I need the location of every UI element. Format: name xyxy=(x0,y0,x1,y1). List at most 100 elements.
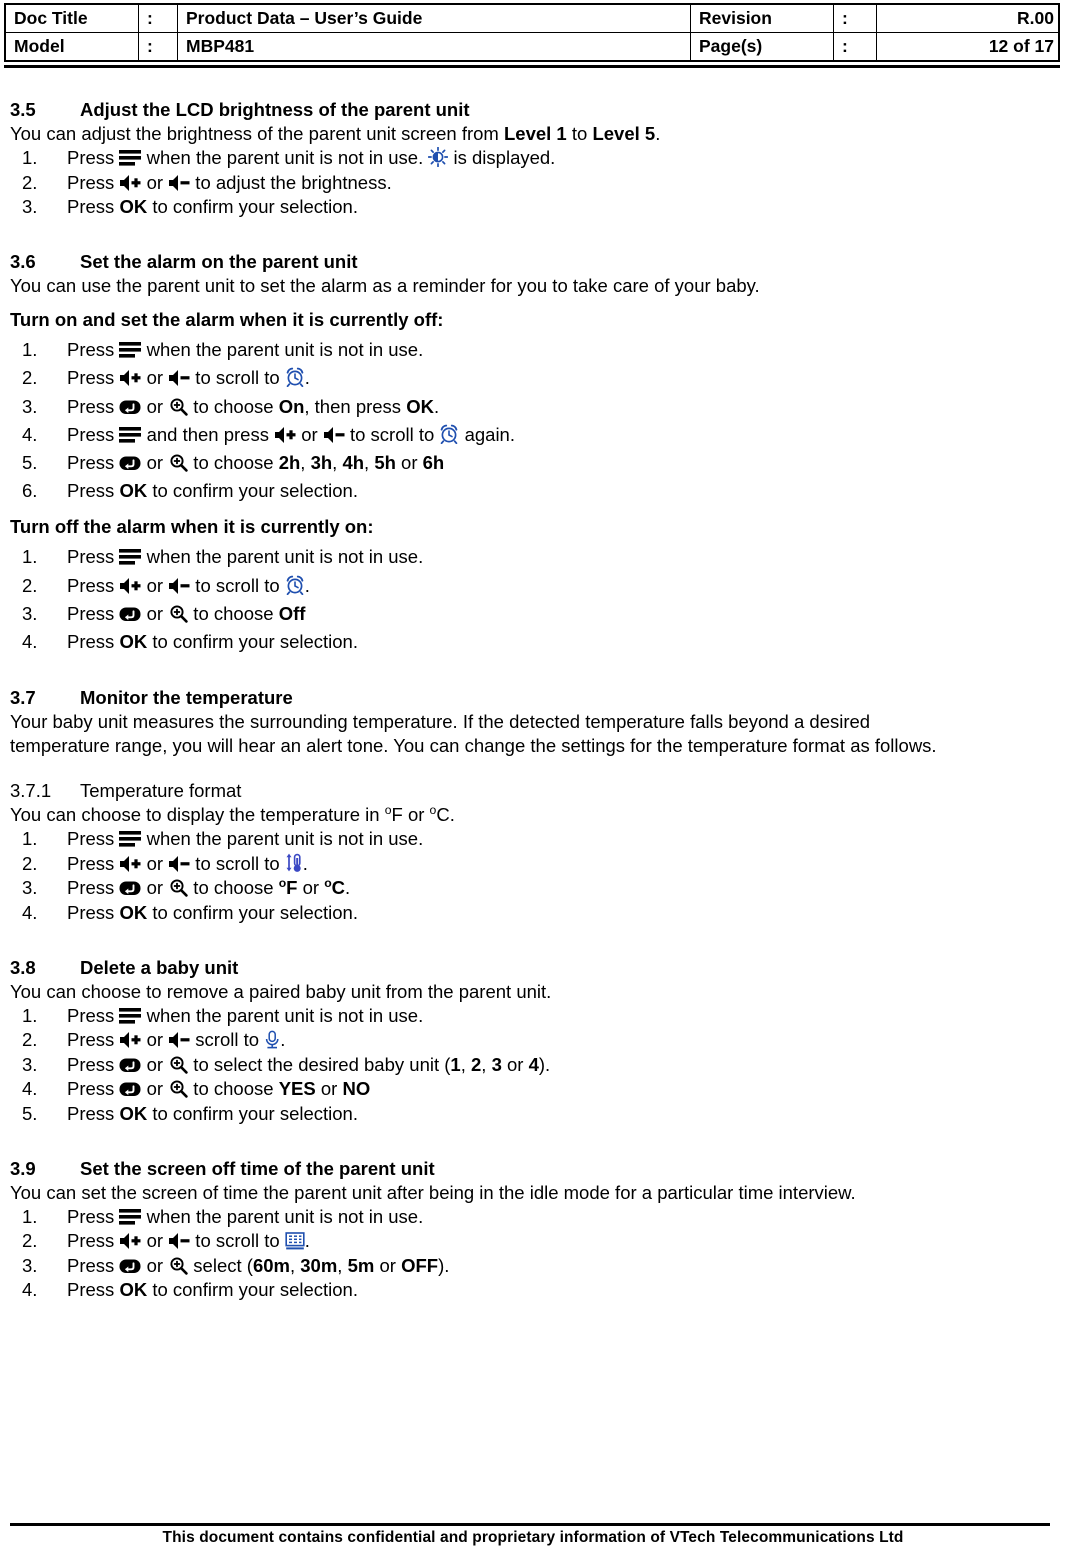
step-text: Press xyxy=(67,1254,120,1276)
step-text: to confirm your selection. xyxy=(147,1279,358,1301)
step-text: or xyxy=(141,395,169,417)
zoom-in-icon xyxy=(168,1079,188,1099)
step-text: to choose xyxy=(188,1078,279,1100)
option-unit-3: 3 xyxy=(491,1053,502,1075)
step-text: Press xyxy=(67,171,120,193)
header-model-label: Model xyxy=(4,32,139,62)
volume-down-icon xyxy=(168,1232,190,1250)
alarm-clock-icon xyxy=(439,424,459,444)
step-item: Press when the parent unit is not in use… xyxy=(10,827,1050,852)
step-text: is displayed. xyxy=(448,147,556,169)
step-text: or xyxy=(501,1053,529,1075)
step-item: Press or to choose oF or oC. xyxy=(10,876,1050,901)
step-text: Press xyxy=(67,852,120,874)
step-text: or xyxy=(141,852,169,874)
step-item: Press OK to confirm your selection. xyxy=(10,477,1050,505)
step-text: Press xyxy=(67,479,120,501)
step-text: Press xyxy=(67,630,120,652)
steps-list-3-7-1: Press when the parent unit is not in use… xyxy=(10,827,1050,925)
section-heading-3-5: 3.5 Adjust the LCD brightness of the pare… xyxy=(10,98,1050,122)
step-text: . xyxy=(304,1230,310,1252)
intro-level-5: Level 5 xyxy=(592,123,656,145)
zoom-in-icon xyxy=(168,1055,188,1074)
step-text: or xyxy=(141,1254,169,1276)
volume-down-icon xyxy=(168,1031,190,1049)
step-text: , xyxy=(460,1053,471,1075)
step-item: Press OK to confirm your selection. xyxy=(10,628,1050,656)
option-unit-1: 1 xyxy=(450,1053,461,1075)
step-text: ). xyxy=(438,1254,450,1276)
section-title-3-7: Monitor the temperature xyxy=(80,686,293,708)
option-4h: 4h xyxy=(342,451,365,473)
step-text: ). xyxy=(538,1053,551,1075)
option-5m: 5m xyxy=(347,1254,375,1276)
header-pages-colon: : xyxy=(833,32,877,62)
intro-text: F or xyxy=(391,804,430,826)
thermometer-icon xyxy=(285,852,303,873)
step-text: Press xyxy=(67,147,120,169)
menu-icon xyxy=(119,149,142,167)
option-off: Off xyxy=(278,602,306,624)
step-text: Press xyxy=(67,339,120,361)
volume-up-icon xyxy=(274,426,296,444)
section-3-7-intro-line1: Your baby unit measures the surrounding … xyxy=(10,711,871,733)
step-text: when the parent unit is not in use. xyxy=(141,1004,424,1026)
step-text: , xyxy=(481,1053,492,1075)
section-heading-3-6: 3.6 Set the alarm on the parent unit xyxy=(10,250,1050,274)
step-text: or xyxy=(141,574,169,596)
header-pages-value: 12 of 17 xyxy=(876,32,1060,62)
option-on: On xyxy=(278,395,305,417)
step-item: Press when the parent unit is not in use… xyxy=(10,1004,1050,1029)
degree-symbol: o xyxy=(384,803,392,818)
step-text: to scroll to xyxy=(190,574,285,596)
step-item: Press OK to confirm your selection. xyxy=(10,1278,1050,1303)
option-6h: 6h xyxy=(422,451,445,473)
brightness-icon xyxy=(428,147,449,168)
back-icon xyxy=(119,454,142,472)
volume-up-icon xyxy=(119,174,141,192)
step-item: Press or to choose Off xyxy=(10,600,1050,628)
screen-off-icon xyxy=(285,1231,305,1251)
step-text: Press xyxy=(67,877,120,899)
step-text: to choose xyxy=(188,395,279,417)
section-heading-3-8: 3.8 Delete a baby unit xyxy=(10,956,1050,980)
step-text: to choose xyxy=(188,877,279,899)
section-3-6-intro: You can use the parent unit to set the a… xyxy=(10,275,760,297)
document-footer: This document contains confidential and … xyxy=(0,1523,1066,1547)
step-text: to select the desired baby unit ( xyxy=(188,1053,451,1075)
option-yes: YES xyxy=(278,1078,316,1100)
step-text: to choose xyxy=(188,602,279,624)
header-revision-colon: : xyxy=(833,3,877,33)
subsection-heading-3-7-1: 3.7.1 Temperature format xyxy=(10,778,1050,804)
header-row-model: Model : MBP481 Page(s) : 12 of 17 xyxy=(4,32,1060,62)
step-text: or xyxy=(141,1053,169,1075)
step-item: Press when the parent unit is not in use… xyxy=(10,1205,1050,1230)
steps-list-3-8: Press when the parent unit is not in use… xyxy=(10,1004,1050,1127)
steps-list-3-5: Press when the parent unit is not in use… xyxy=(10,146,1050,220)
step-text: , then press xyxy=(304,395,407,417)
step-item: Press or to scroll to . xyxy=(10,364,1050,392)
option-celsius: C xyxy=(331,877,346,899)
menu-icon xyxy=(119,548,142,566)
step-text: or xyxy=(141,1029,169,1051)
step-text: Press xyxy=(67,1029,120,1051)
menu-icon xyxy=(119,426,142,444)
step-text: and then press xyxy=(141,423,275,445)
alarm-clock-icon xyxy=(285,367,305,388)
ok-key-label: OK xyxy=(119,196,148,218)
option-3h: 3h xyxy=(310,451,333,473)
volume-up-icon xyxy=(119,855,141,873)
back-icon xyxy=(119,398,142,416)
step-text: , xyxy=(337,1254,348,1276)
steps-list-alarm-off: Press when the parent unit is not in use… xyxy=(10,543,1050,656)
step-text: or xyxy=(374,1254,402,1276)
section-title-3-6: Set the alarm on the parent unit xyxy=(80,250,358,272)
step-text: when the parent unit is not in use. xyxy=(141,339,424,361)
step-text: or xyxy=(141,1230,169,1252)
step-text: to choose xyxy=(188,451,279,473)
baby-unit-icon xyxy=(264,1030,280,1049)
header-row-doc-title: Doc Title : Product Data – User’s Guide … xyxy=(4,3,1060,33)
degree-symbol: o xyxy=(324,876,332,891)
zoom-in-icon xyxy=(168,604,188,623)
header-model-colon: : xyxy=(138,32,178,62)
